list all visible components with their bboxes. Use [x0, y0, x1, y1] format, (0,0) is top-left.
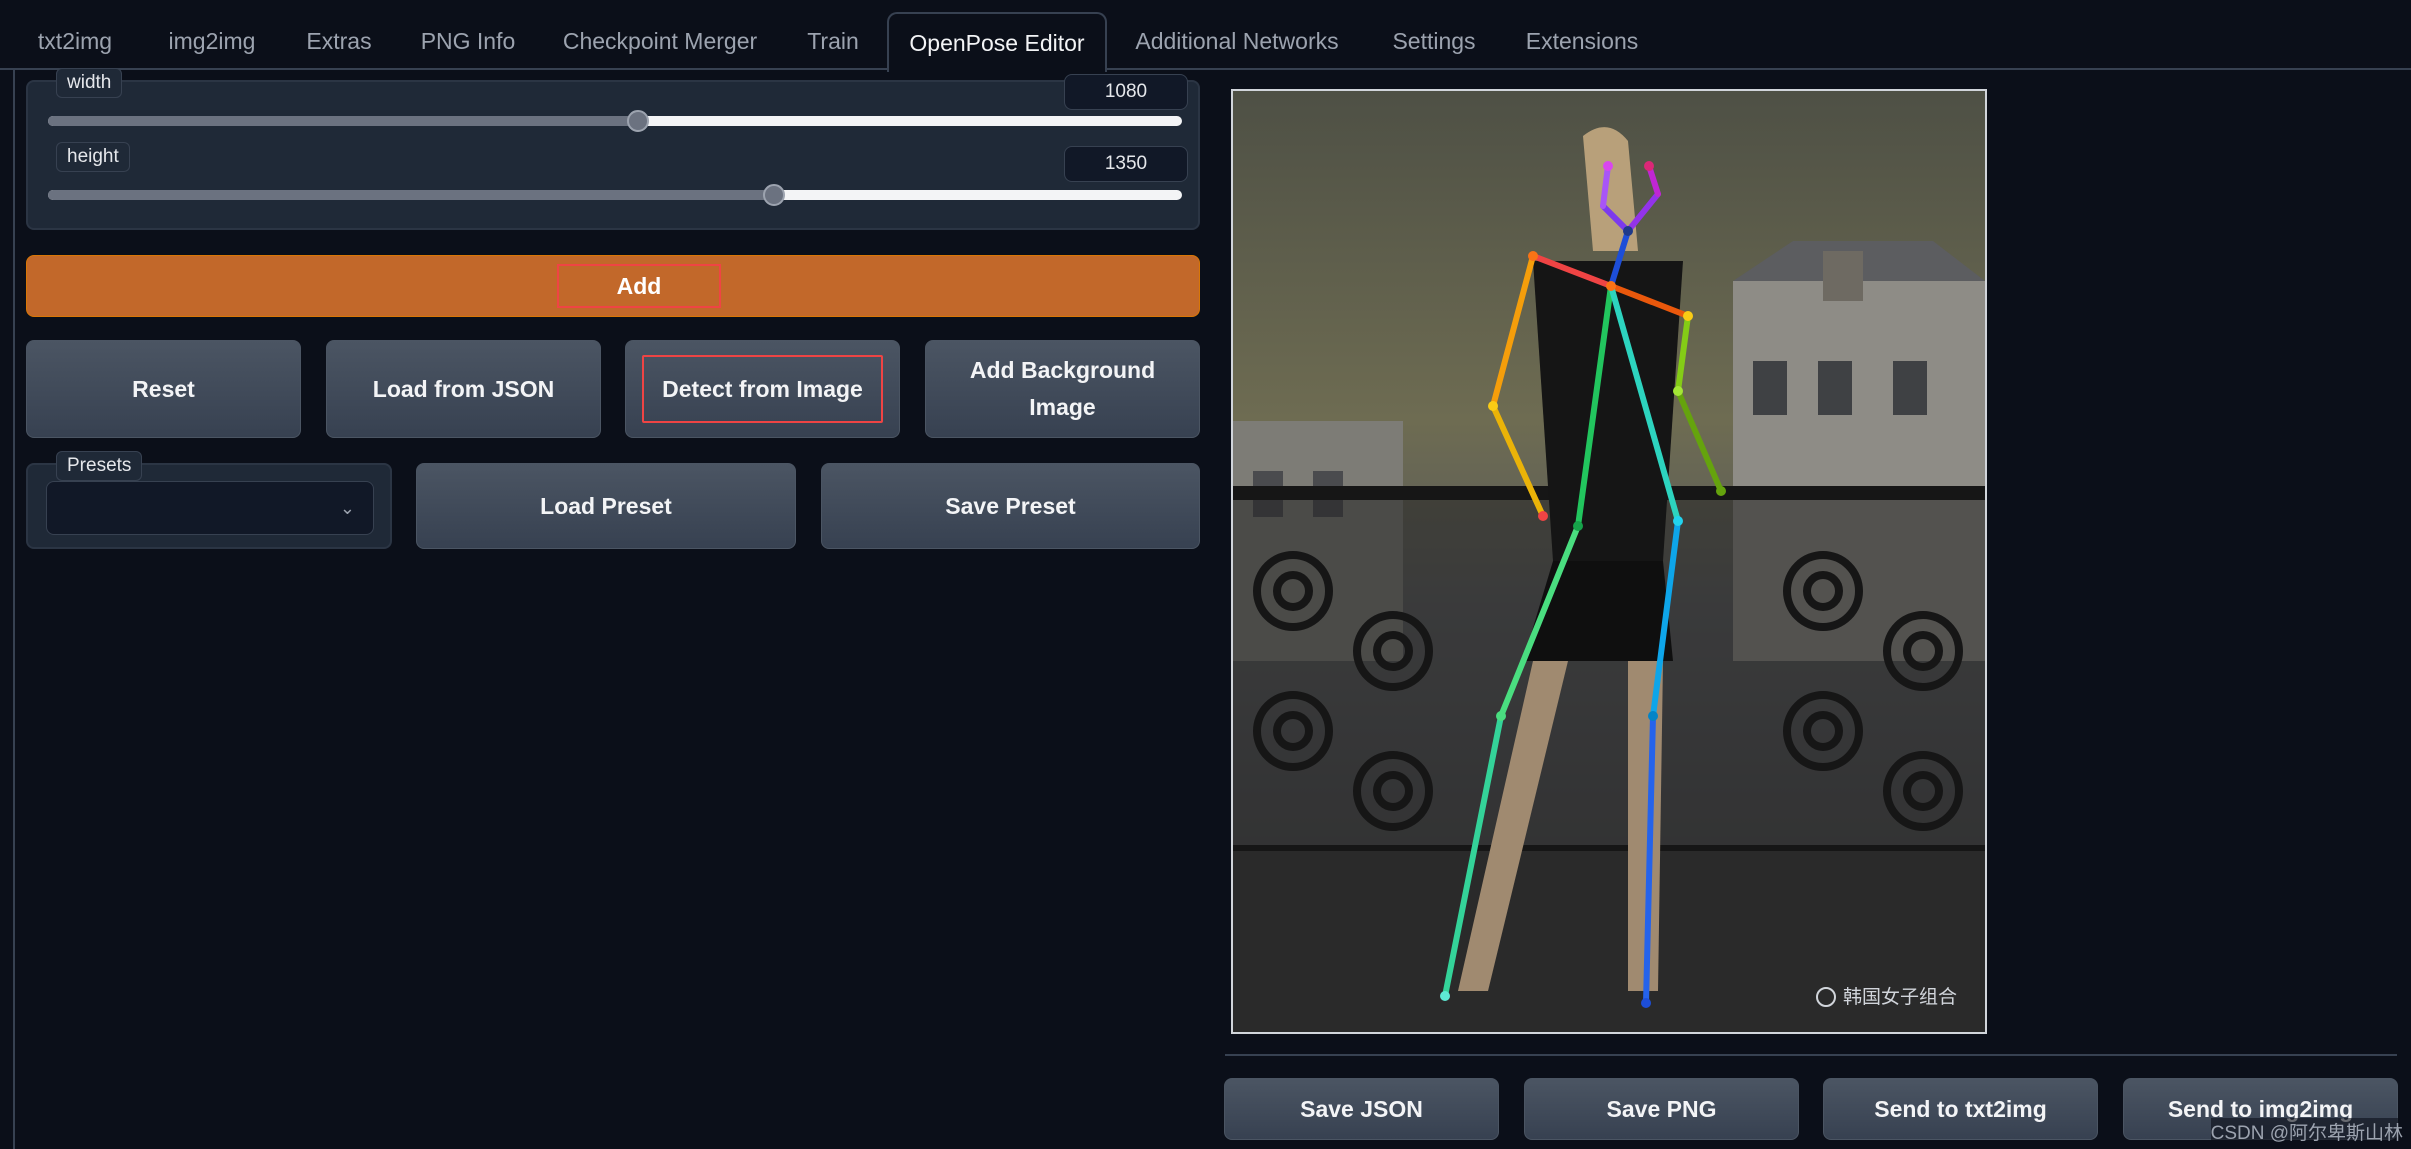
section-divider: [1225, 1054, 2397, 1056]
load-json-label: Load from JSON: [372, 375, 555, 402]
tab-extensions[interactable]: Extensions: [1514, 12, 1650, 70]
pose-canvas[interactable]: 韩国女子组合: [1231, 89, 1987, 1034]
tab-bar: txt2img img2img Extras PNG Info Checkpoi…: [0, 0, 2411, 72]
save-png-label: Save PNG: [1606, 1095, 1717, 1122]
save-png-button[interactable]: Save PNG: [1524, 1078, 1799, 1140]
size-sliders: width 1080 height 1350: [26, 68, 1200, 230]
tab-txt2img[interactable]: txt2img: [18, 12, 132, 70]
height-slider-thumb[interactable]: [762, 184, 785, 206]
add-bg-label: Add Background Image: [969, 357, 1156, 420]
presets-dropdown[interactable]: ⌄: [46, 481, 374, 535]
tab-train[interactable]: Train: [790, 12, 876, 70]
save-json-label: Save JSON: [1300, 1095, 1423, 1122]
tab-img2img[interactable]: img2img: [152, 12, 272, 70]
tab-png-info[interactable]: PNG Info: [406, 12, 530, 70]
send-txt2img-label: Send to txt2img: [1874, 1095, 2047, 1122]
width-slider-thumb[interactable]: [626, 110, 649, 132]
load-from-json-button[interactable]: Load from JSON: [326, 340, 601, 438]
chevron-down-icon: ⌄: [339, 498, 355, 518]
tab-settings[interactable]: Settings: [1370, 12, 1498, 70]
send-to-txt2img-button[interactable]: Send to txt2img: [1823, 1078, 2098, 1140]
tab-extras[interactable]: Extras: [292, 12, 386, 70]
reset-label: Reset: [132, 375, 195, 402]
tab-checkpoint-merger[interactable]: Checkpoint Merger: [550, 12, 770, 70]
add-button[interactable]: Add: [26, 255, 1200, 317]
reset-button[interactable]: Reset: [26, 340, 301, 438]
save-preset-label: Save Preset: [945, 492, 1076, 519]
width-slider-fill: [48, 116, 638, 126]
add-button-label: Add: [557, 264, 721, 308]
save-preset-button[interactable]: Save Preset: [821, 463, 1200, 549]
width-number-input[interactable]: 1080: [1064, 74, 1188, 110]
openpose-panel: [13, 70, 2411, 1149]
width-slider[interactable]: [48, 110, 1182, 132]
image-caption: 韩国女子组合: [1843, 986, 1957, 1008]
height-slider[interactable]: [48, 184, 1182, 206]
height-number-input[interactable]: 1350: [1064, 146, 1188, 182]
detect-label: Detect from Image: [642, 354, 883, 424]
tab-additional-networks[interactable]: Additional Networks: [1122, 12, 1352, 70]
load-preset-button[interactable]: Load Preset: [416, 463, 796, 549]
add-background-image-button[interactable]: Add Background Image: [925, 340, 1200, 438]
save-json-button[interactable]: Save JSON: [1224, 1078, 1499, 1140]
pose-canvas-image: 韩国女子组合: [1233, 91, 1985, 1032]
watermark: CSDN @阿尔卑斯山林: [2210, 1118, 2403, 1145]
detect-from-image-button[interactable]: Detect from Image: [625, 340, 900, 438]
height-slider-fill: [48, 190, 774, 200]
load-preset-label: Load Preset: [540, 492, 672, 519]
presets-group: Presets ⌄: [26, 451, 392, 549]
height-label: height: [56, 142, 130, 172]
tab-openpose-editor[interactable]: OpenPose Editor: [887, 12, 1107, 72]
presets-label: Presets: [56, 451, 143, 481]
width-label: width: [56, 68, 123, 98]
